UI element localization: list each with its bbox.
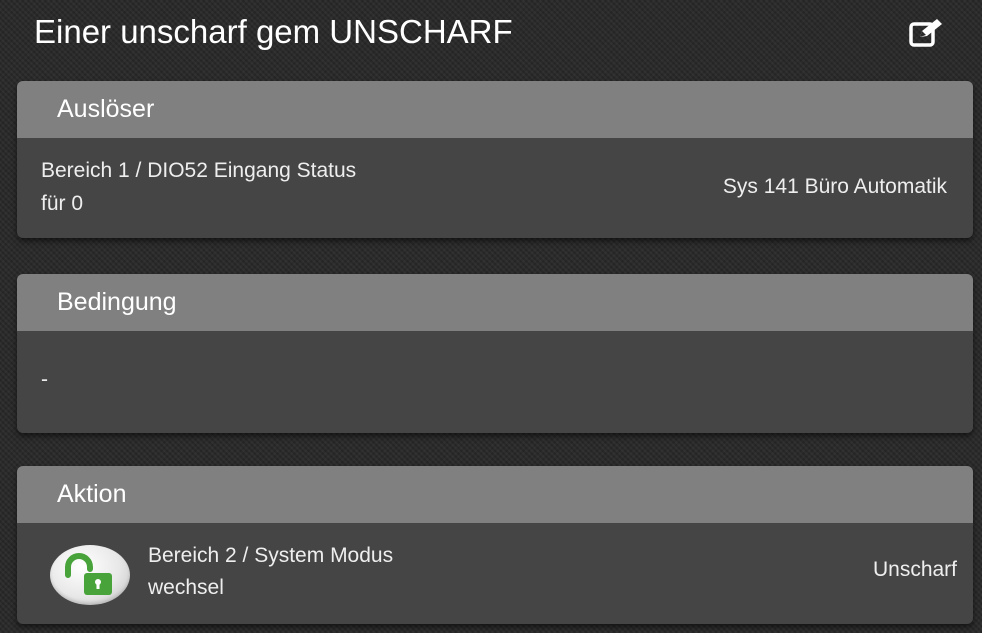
action-card[interactable]: Aktion Bereich 2 / System Modus wechsel …	[17, 466, 973, 624]
trigger-card[interactable]: Auslöser Bereich 1 / DIO52 Eingang Statu…	[17, 81, 973, 238]
trigger-source: Bereich 1 / DIO52 Eingang Status	[41, 159, 357, 182]
edit-icon	[909, 19, 942, 47]
trigger-card-title: Auslöser	[17, 81, 973, 138]
condition-card[interactable]: Bedingung -	[17, 274, 973, 433]
condition-value: -	[41, 368, 48, 391]
unlocked-padlock-icon	[50, 545, 130, 605]
action-value: Unscharf	[872, 558, 957, 581]
page-title: Einer unscharf gem UNSCHARF	[34, 13, 513, 50]
condition-card-body: -	[17, 331, 973, 433]
trigger-duration: für 0	[41, 192, 84, 215]
action-operation: wechsel	[148, 576, 224, 599]
trigger-value: Sys 141 Büro Automatik	[722, 175, 947, 198]
action-card-title: Aktion	[17, 466, 973, 523]
condition-card-title: Bedingung	[17, 274, 973, 331]
action-target: Bereich 2 / System Modus	[148, 544, 394, 567]
page-header: Einer unscharf gem UNSCHARF	[0, 0, 982, 70]
action-card-body: Bereich 2 / System Modus wechsel Unschar…	[17, 523, 973, 624]
edit-button[interactable]	[902, 12, 950, 54]
trigger-card-body: Bereich 1 / DIO52 Eingang Status für 0 S…	[17, 138, 973, 238]
